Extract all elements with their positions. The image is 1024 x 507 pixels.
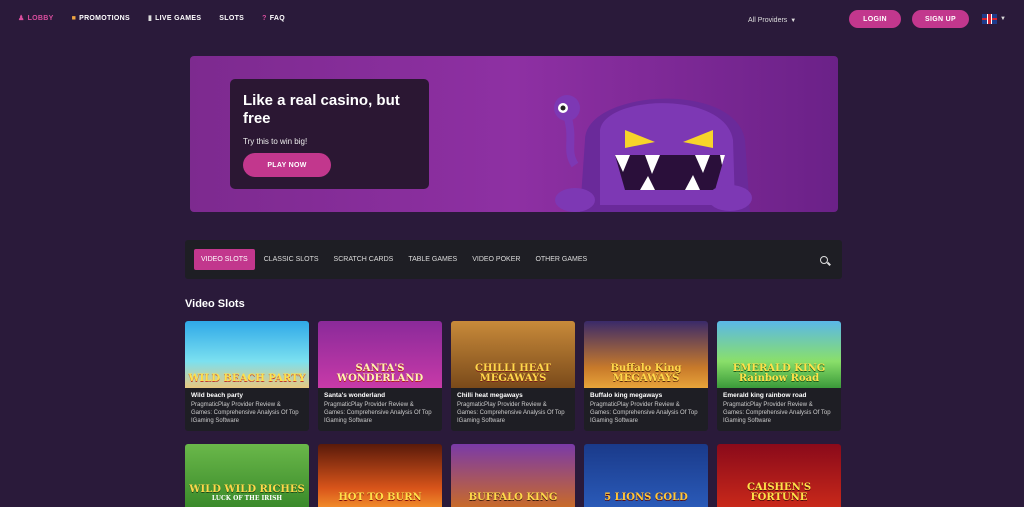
tab-video-slots[interactable]: VIDEO SLOTS <box>194 249 255 270</box>
providers-dropdown[interactable]: All Providers ▼ <box>748 17 796 24</box>
login-button[interactable]: LOGIN <box>849 10 901 28</box>
game-thumbnail[interactable]: CAISHEN'S FORTUNE <box>717 444 841 507</box>
game-art-title: SANTA'S WONDERLAND <box>336 363 424 384</box>
game-thumbnail[interactable]: WILD BEACH PARTY <box>185 321 309 388</box>
game-thumbnail[interactable]: 5 LIONS GOLD <box>584 444 708 507</box>
game-thumbnail[interactable]: HOT TO BURN <box>318 444 442 507</box>
tab-table-games[interactable]: TABLE GAMES <box>401 249 464 270</box>
nav-lobby[interactable]: ♟ LOBBY <box>18 14 54 23</box>
nav-faq[interactable]: ? FAQ <box>262 14 285 22</box>
game-art-subtitle: LUCK OF THE IRISH <box>211 495 283 502</box>
category-bar: VIDEO SLOTS CLASSIC SLOTS SCRATCH CARDS … <box>185 240 842 279</box>
game-name: Santa's wonderland <box>324 392 386 399</box>
game-art-title: CAISHEN'S FORTUNE <box>746 482 812 503</box>
game-description: PragmaticPlay Provider Review & Games: C… <box>723 402 831 424</box>
language-caret-icon[interactable]: ▼ <box>1000 16 1006 22</box>
game-description: PragmaticPlay Provider Review & Games: C… <box>457 402 565 424</box>
hero-banner: Like a real casino, but free Try this to… <box>190 56 838 212</box>
nav-faq-label: FAQ <box>269 14 286 22</box>
section-title: Video Slots <box>185 298 245 310</box>
game-description: PragmaticPlay Provider Review & Games: C… <box>324 402 432 424</box>
nav-promotions-label: PROMOTIONS <box>79 14 130 22</box>
game-thumbnail[interactable]: CHILLI HEAT MEGAWAYS <box>451 321 575 388</box>
nav-links: ♟ LOBBY ■ PROMOTIONS ▮ LIVE GAMES SLOTS … <box>18 14 285 23</box>
game-description: PragmaticPlay Provider Review & Games: C… <box>191 402 299 424</box>
game-art-title: 5 LIONS GOLD <box>604 492 688 503</box>
game-art-title: Buffalo King MEGAWAYS <box>610 363 682 384</box>
nav-slots[interactable]: SLOTS <box>219 14 244 22</box>
game-description: PragmaticPlay Provider Review & Games: C… <box>590 402 698 424</box>
top-navigation: ♟ LOBBY ■ PROMOTIONS ▮ LIVE GAMES SLOTS … <box>0 0 1024 38</box>
tab-other-games[interactable]: OTHER GAMES <box>528 249 594 270</box>
category-tabs: VIDEO SLOTS CLASSIC SLOTS SCRATCH CARDS … <box>194 249 595 270</box>
hero-subtitle: Try this to win big! <box>243 137 308 146</box>
game-card[interactable]: WILD BEACH PARTY Wild beach party Pragma… <box>185 321 309 431</box>
tab-classic-slots[interactable]: CLASSIC SLOTS <box>257 249 326 270</box>
game-art-title: WILD BEACH PARTY <box>188 373 306 384</box>
question-icon: ? <box>262 14 267 22</box>
search-icon[interactable] <box>819 255 831 267</box>
signup-button[interactable]: SIGN UP <box>912 10 969 28</box>
cards-icon: ▮ <box>147 15 153 22</box>
game-art-title: HOT TO BURN <box>338 492 422 503</box>
game-thumbnail[interactable]: SANTA'S WONDERLAND <box>318 321 442 388</box>
nav-slots-label: SLOTS <box>219 14 245 22</box>
uk-flag-icon[interactable] <box>982 14 997 24</box>
game-card[interactable]: Buffalo King MEGAWAYS Buffalo king megaw… <box>584 321 708 431</box>
game-thumbnail[interactable]: BUFFALO KING <box>451 444 575 507</box>
play-now-button[interactable]: PLAY NOW <box>243 153 331 177</box>
lobby-icon: ♟ <box>18 15 25 22</box>
nav-live-games-label: LIVE GAMES <box>155 14 202 22</box>
chevron-down-icon: ▼ <box>790 18 797 24</box>
game-card[interactable]: SANTA'S WONDERLAND Santa's wonderland Pr… <box>318 321 442 431</box>
game-art-title: BUFFALO KING <box>468 492 558 503</box>
hero-title: Like a real casino, but free <box>243 92 400 127</box>
game-thumbnail[interactable]: WILD WILD RICHES LUCK OF THE IRISH <box>185 444 309 507</box>
game-art-title: CHILLI HEAT MEGAWAYS <box>474 363 552 384</box>
game-name: Chilli heat megaways <box>457 392 523 399</box>
monster-mascot-icon <box>554 95 752 212</box>
nav-promotions[interactable]: ■ PROMOTIONS <box>72 14 130 22</box>
providers-label: All Providers <box>748 17 788 24</box>
game-art-title: EMERALD KING Rainbow Road <box>732 363 826 384</box>
game-card[interactable]: CHILLI HEAT MEGAWAYS Chilli heat megaway… <box>451 321 575 431</box>
game-thumbnail[interactable]: EMERALD KING Rainbow Road <box>717 321 841 388</box>
game-card[interactable]: EMERALD KING Rainbow Road Emerald king r… <box>717 321 841 431</box>
tab-scratch-cards[interactable]: SCRATCH CARDS <box>327 249 401 270</box>
nav-lobby-label: LOBBY <box>27 14 54 22</box>
nav-live-games[interactable]: ▮ LIVE GAMES <box>147 14 202 23</box>
hero-card: Like a real casino, but free Try this to… <box>230 79 429 189</box>
gift-icon: ■ <box>71 14 77 22</box>
game-thumbnail[interactable]: Buffalo King MEGAWAYS <box>584 321 708 388</box>
game-name: Emerald king rainbow road <box>723 392 807 399</box>
tab-video-poker[interactable]: VIDEO POKER <box>465 249 527 270</box>
game-name: Buffalo king megaways <box>590 392 663 399</box>
game-name: Wild beach party <box>191 392 243 399</box>
